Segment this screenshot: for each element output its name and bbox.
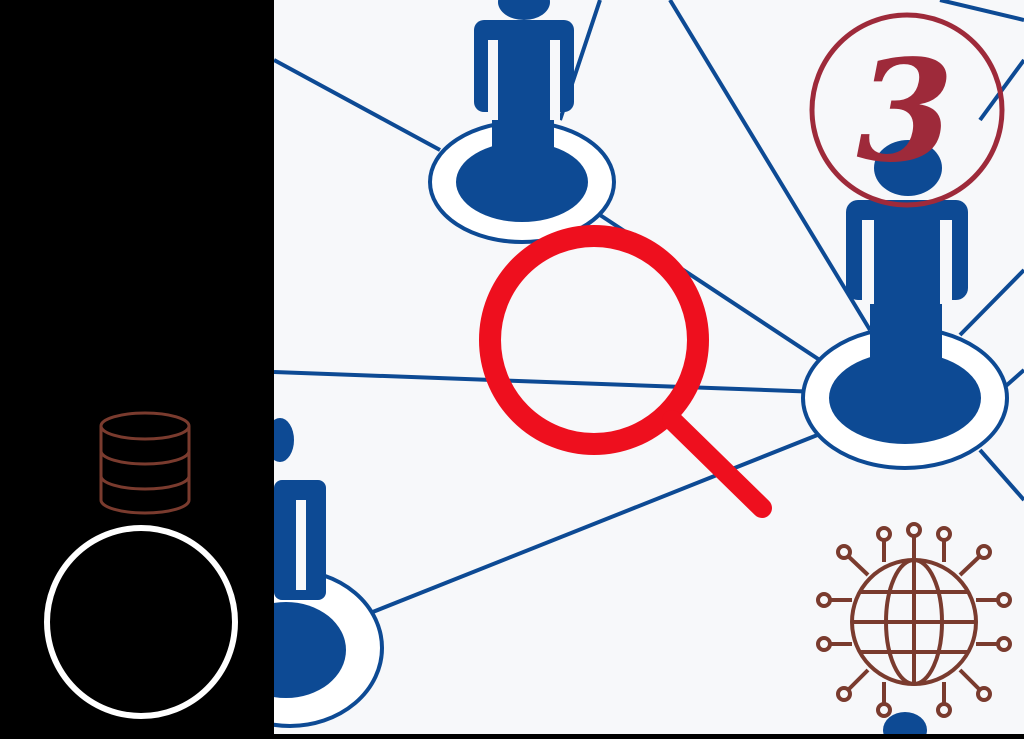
- step-number-badge: 3: [809, 12, 1005, 208]
- magnifier-icon[interactable]: [479, 225, 772, 518]
- circle-button-icon[interactable]: [44, 525, 238, 719]
- person-node-bottom-left: [274, 418, 384, 728]
- slide-canvas: 3: [0, 0, 1024, 734]
- globe-network-icon: [816, 522, 1012, 718]
- network-illustration: 3: [274, 0, 1024, 734]
- network-graph-icon: 3: [274, 0, 1024, 734]
- left-panel: [0, 0, 274, 734]
- step-number: 3: [856, 30, 953, 194]
- database-icon: [99, 411, 191, 515]
- left-panel-graphics: [44, 411, 238, 719]
